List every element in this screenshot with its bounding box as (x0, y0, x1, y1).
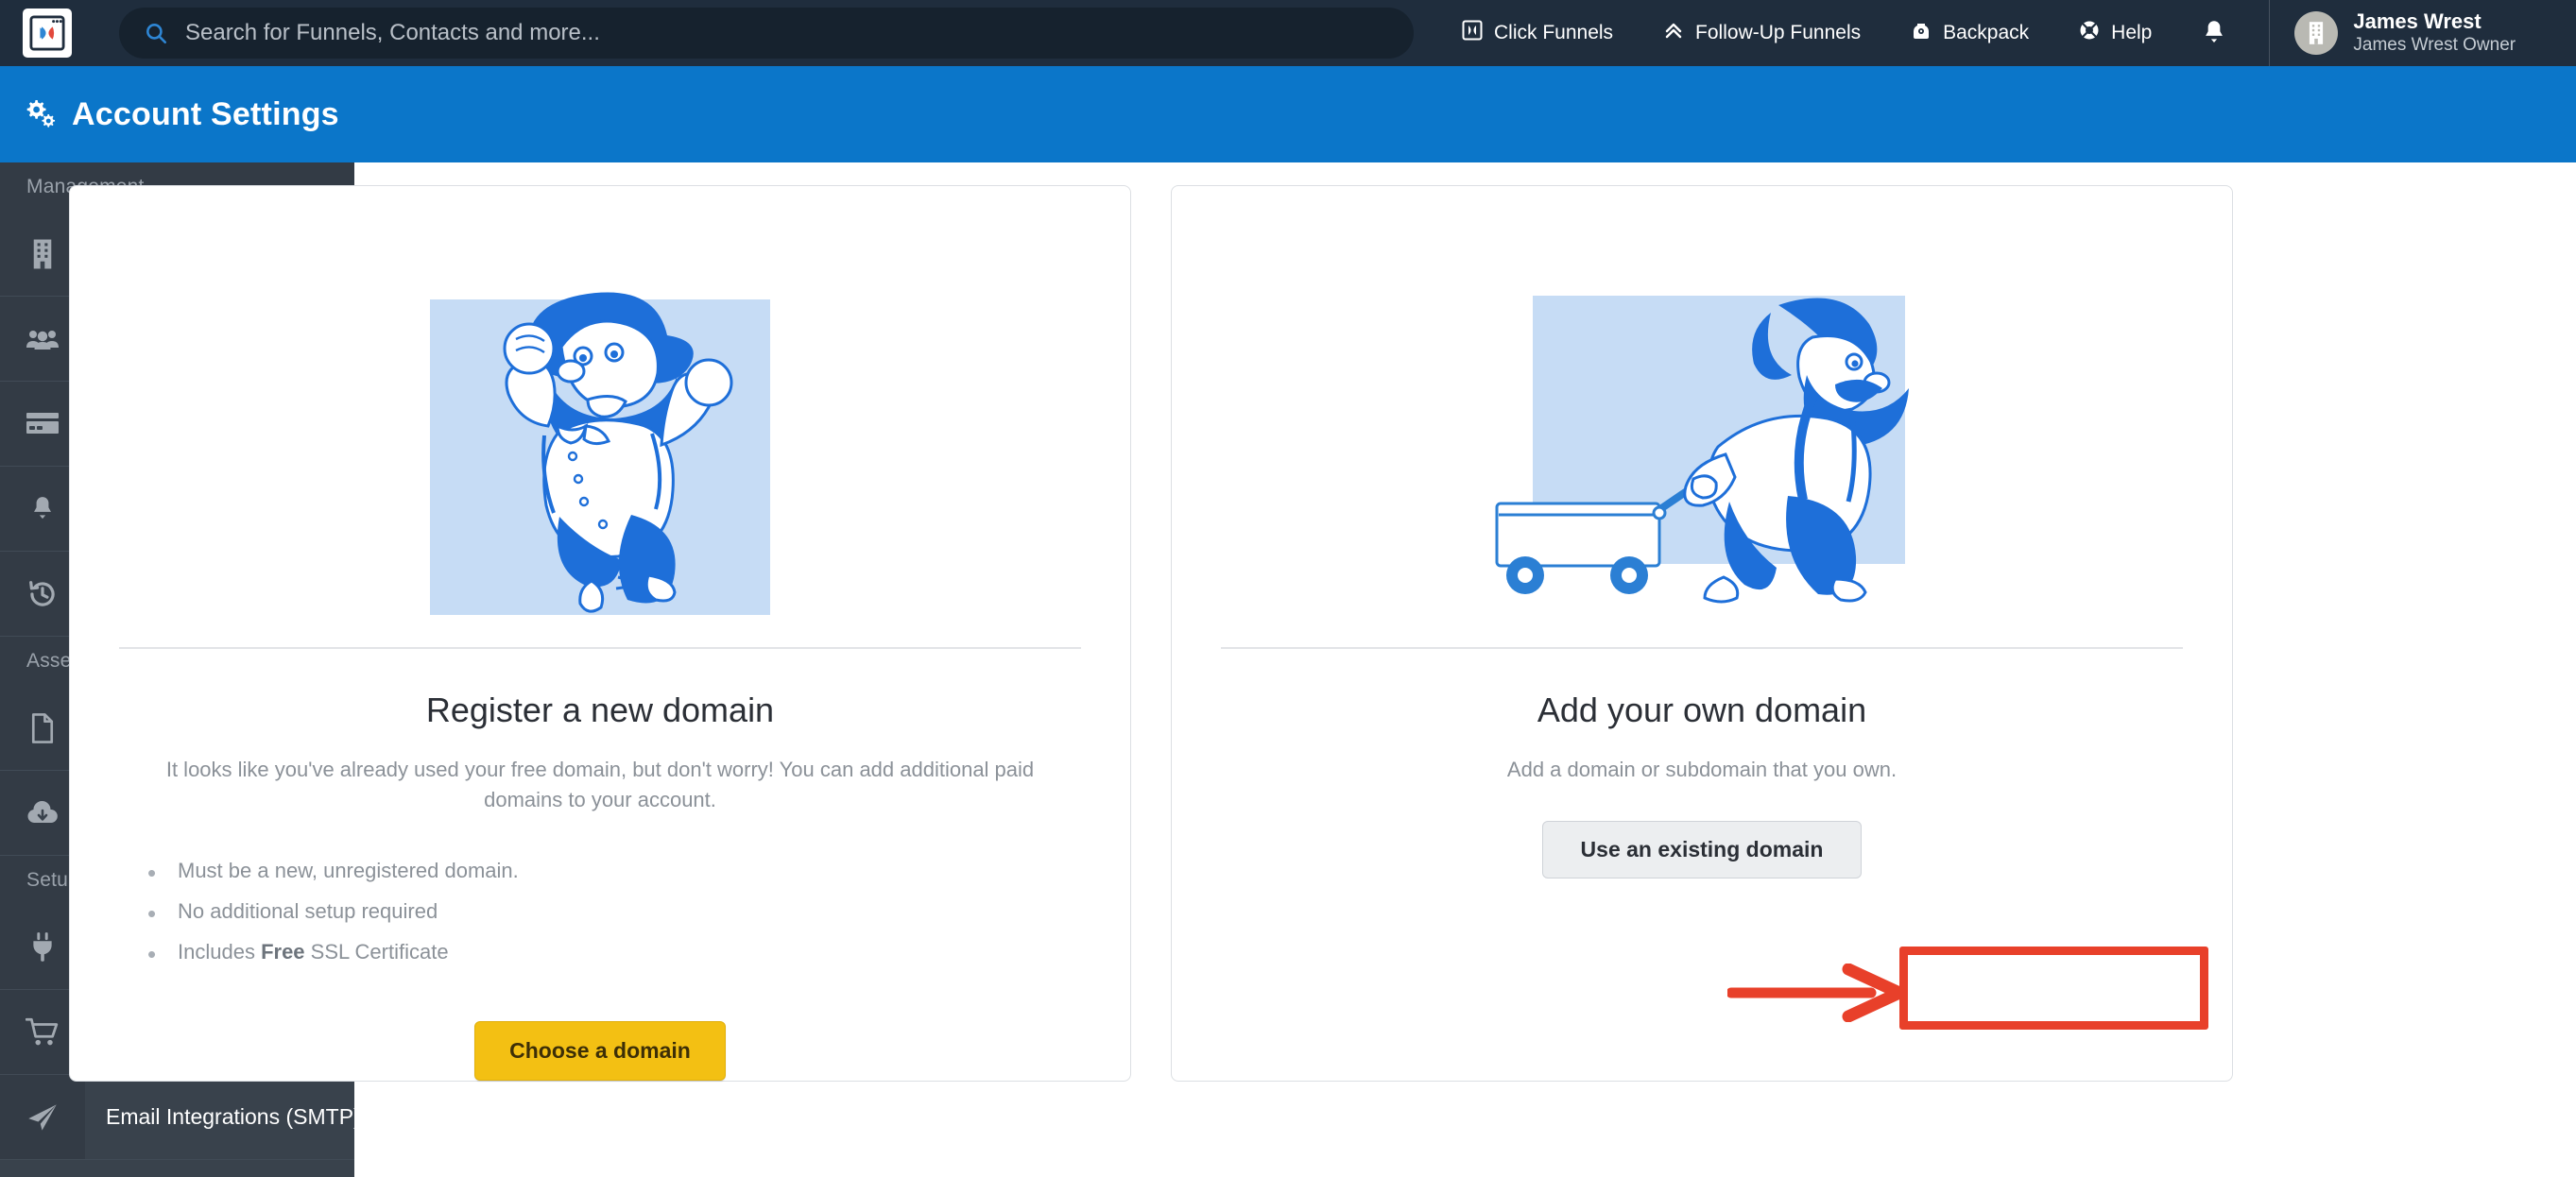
list-item: Must be a new, unregistered domain. (147, 849, 1081, 897)
choose-a-domain-button[interactable]: Choose a domain (474, 1021, 726, 1082)
lifering-icon (2078, 19, 2101, 47)
free-emphasis: Free (261, 939, 305, 964)
card-title: Register a new domain (425, 691, 775, 729)
chevron-up-icon (1662, 19, 1685, 47)
user-menu[interactable]: James Wrest James Wrest Owner (2270, 9, 2516, 57)
user-name: James Wrest (2353, 9, 2482, 34)
nav-backpack[interactable]: Backpack (1910, 19, 2029, 47)
search-input[interactable] (185, 20, 1389, 46)
card-action-row: Use an existing domain (1221, 820, 2183, 878)
mascot-cheering-illustration (119, 237, 1081, 615)
search-icon (144, 21, 168, 45)
notification-bell-icon[interactable] (2201, 19, 2227, 47)
nav-help[interactable]: Help (2078, 19, 2152, 47)
top-nav-links: Click Funnels Follow-Up Funnels Backpack (1461, 19, 2269, 47)
register-new-domain-card: Register a new domain It looks like you'… (69, 185, 1131, 1083)
nav-follow-up-funnels-label: Follow-Up Funnels (1695, 22, 1862, 43)
add-own-domain-card: Add your own domain Add a domain or subd… (1171, 185, 2233, 1083)
user-role: James Wrest Owner (2353, 35, 2516, 56)
paper-plane-icon (0, 1075, 85, 1159)
clickfunnels-icon (1461, 19, 1484, 47)
card-title: Add your own domain (1537, 691, 1867, 729)
nav-help-label: Help (2111, 22, 2153, 43)
domain-option-cards: Register a new domain It looks like you'… (69, 185, 2233, 1083)
card-divider (119, 647, 1081, 649)
clickfunnels-logo-icon[interactable] (23, 9, 72, 58)
list-item: No additional setup required (147, 890, 1081, 938)
global-search[interactable] (119, 8, 1414, 59)
gears-icon (23, 96, 57, 133)
top-navigation-bar: Click Funnels Follow-Up Funnels Backpack (0, 0, 2576, 66)
use-an-existing-domain-button[interactable]: Use an existing domain (1541, 820, 1863, 878)
card-description: Add a domain or subdomain that you own. (1506, 758, 1898, 781)
card-description: It looks like you've already used your f… (165, 758, 1035, 811)
card-feature-list: Must be a new, unregistered domain. No a… (119, 849, 1081, 979)
sidebar-item-label: Email Integrations (SMTP) (106, 1104, 354, 1129)
nav-backpack-label: Backpack (1943, 22, 2030, 43)
page-header-bar: Account Settings (0, 66, 2576, 162)
backpack-icon (1910, 19, 1932, 47)
card-action-row: Choose a domain (119, 1021, 1081, 1082)
nav-click-funnels-label: Click Funnels (1494, 22, 1614, 43)
nav-follow-up-funnels[interactable]: Follow-Up Funnels (1662, 19, 1861, 47)
nav-click-funnels[interactable]: Click Funnels (1461, 19, 1613, 47)
sidebar-item-email-integrations-smtp[interactable]: Email Integrations (SMTP) (0, 1075, 354, 1160)
list-item: Includes Free SSL Certificate (147, 930, 1081, 979)
building-avatar-icon (2294, 10, 2339, 55)
card-divider (1221, 647, 2183, 649)
page-title: Account Settings (72, 95, 339, 132)
mascot-pulling-wagon-illustration (1221, 237, 2183, 615)
